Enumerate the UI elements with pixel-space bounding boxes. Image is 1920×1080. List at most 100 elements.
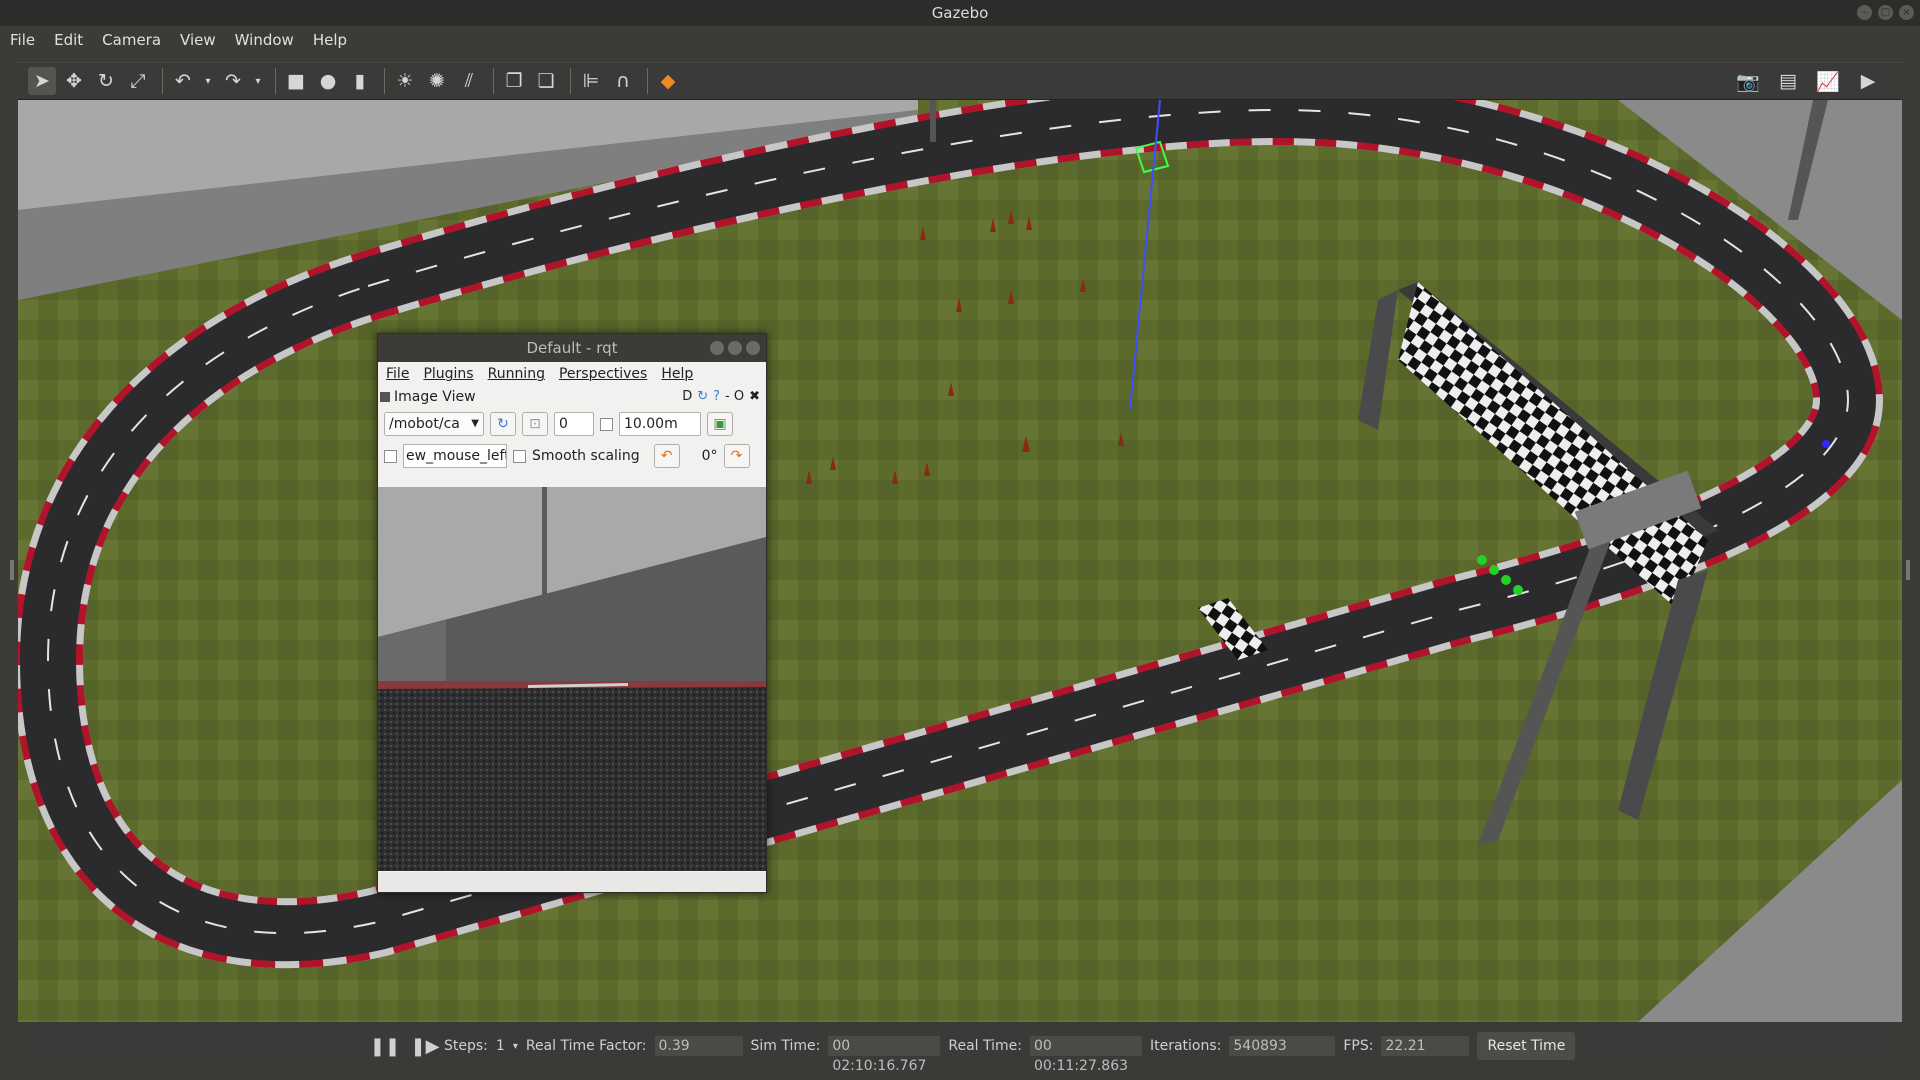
plugin-title: Image View: [394, 389, 476, 405]
fps-value: 22.21: [1381, 1036, 1470, 1056]
plugin-close-icon[interactable]: ✖: [749, 389, 760, 404]
save-image-icon[interactable]: ▣: [707, 412, 733, 436]
rqt-menu-perspectives[interactable]: Perspectives: [559, 366, 647, 382]
menu-bar: File Edit Camera View Window Help: [0, 26, 1920, 54]
status-bar: ❚❚ ❚▶ Steps: 1 ▾ Real Time Factor: 0.39 …: [18, 1022, 1902, 1074]
blue-marker: [1822, 440, 1830, 448]
sim-time-value: 00 02:10:16.767: [828, 1036, 941, 1074]
reload-icon[interactable]: ↻: [697, 389, 708, 404]
topic-value: /mobot/ca: [389, 416, 460, 432]
menu-edit[interactable]: Edit: [54, 31, 83, 49]
steps-spinner[interactable]: 1: [496, 1038, 505, 1054]
spot-light-icon[interactable]: ✺: [423, 67, 451, 95]
undo-icon[interactable]: ↶: [169, 67, 197, 95]
pause-icon[interactable]: ❚❚: [370, 1035, 400, 1057]
left-panel-handle[interactable]: [10, 560, 14, 580]
window-title: Gazebo: [931, 4, 989, 22]
log-icon[interactable]: ▤: [1774, 67, 1802, 95]
toolbar-divider: [162, 68, 163, 94]
copy-icon[interactable]: ❐: [500, 67, 528, 95]
toolbar-divider: [275, 68, 276, 94]
menu-file[interactable]: File: [10, 31, 35, 49]
rotation-value: 0°: [701, 448, 718, 464]
gazebo-app: Gazebo – □ × File Edit Camera View Windo…: [0, 0, 1920, 1080]
rqt-title-bar[interactable]: Default - rqt: [378, 334, 766, 362]
mouse-topic-field[interactable]: ew_mouse_left: [403, 444, 507, 468]
redo-icon[interactable]: ↷: [219, 67, 247, 95]
rtf-label: Real Time Factor:: [525, 1038, 647, 1054]
zoom-button[interactable]: ⊡: [522, 412, 548, 436]
screenshot-icon[interactable]: 📷: [1734, 67, 1762, 95]
step-icon[interactable]: ❚▶: [411, 1035, 440, 1057]
topic-select[interactable]: /mobot/ca ▼: [384, 412, 484, 436]
rqt-maximize-icon[interactable]: [728, 341, 742, 355]
toolbar-divider: [493, 68, 494, 94]
rotate-left-icon[interactable]: ↶: [653, 444, 680, 468]
align-icon[interactable]: ⊫: [577, 67, 605, 95]
rotate-icon[interactable]: ↻: [92, 67, 120, 95]
help-icon[interactable]: ?: [713, 389, 720, 404]
menu-camera[interactable]: Camera: [102, 31, 161, 49]
rotate-right-icon[interactable]: ↷: [723, 444, 750, 468]
scale-icon[interactable]: ⤢: [124, 67, 152, 95]
rqt-close-icon[interactable]: [746, 341, 760, 355]
menu-window[interactable]: Window: [235, 31, 294, 49]
publish-click-checkbox[interactable]: [384, 449, 397, 463]
plugin-icon: [380, 392, 390, 402]
cylinder-icon[interactable]: ▮: [346, 67, 374, 95]
toolbar-divider: [384, 68, 385, 94]
sim-time-label: Sim Time:: [750, 1038, 821, 1054]
rqt-title: Default - rqt: [526, 339, 618, 357]
dynamic-range-checkbox[interactable]: [600, 417, 613, 431]
close-icon[interactable]: ×: [1899, 5, 1914, 20]
title-bar: Gazebo – □ ×: [0, 0, 1920, 26]
toolbar: ➤ ✥ ↻ ⤢ ↶ ▾ ↷ ▾ ■ ● ▮ ☀ ✺ ⫽ ❐ ❏ ⊫ ∩ ◆ 📷 …: [18, 62, 1902, 100]
rqt-minimize-icon[interactable]: [710, 341, 724, 355]
race-track-scene: [18, 100, 1902, 1022]
translate-icon[interactable]: ✥: [60, 67, 88, 95]
minimize-icon[interactable]: –: [1857, 5, 1872, 20]
plot-icon[interactable]: 📈: [1814, 67, 1842, 95]
point-light-icon[interactable]: ☀: [391, 67, 419, 95]
rqt-menu-running[interactable]: Running: [488, 366, 545, 382]
menu-view[interactable]: View: [180, 31, 216, 49]
rqt-menu-plugins[interactable]: Plugins: [423, 366, 473, 382]
chevron-down-icon: ▼: [471, 418, 479, 429]
reset-time-button[interactable]: Reset Time: [1477, 1032, 1576, 1060]
max-range-spinner[interactable]: 10.00m: [619, 412, 701, 436]
camera-image[interactable]: [378, 487, 766, 871]
directional-light-icon[interactable]: ⫽: [455, 67, 483, 95]
real-time-label: Real Time:: [948, 1038, 1022, 1054]
plugin-dock-button[interactable]: D: [682, 389, 692, 404]
smooth-scaling-label: Smooth scaling: [532, 448, 640, 464]
refresh-topics-button[interactable]: ↻: [490, 412, 516, 436]
box-icon[interactable]: ■: [282, 67, 310, 95]
rqt-window: Default - rqt File Plugins Running Persp…: [377, 333, 767, 893]
view-angle-icon[interactable]: ◆: [654, 67, 682, 95]
snap-icon[interactable]: ∩: [609, 67, 637, 95]
right-panel-handle[interactable]: [1906, 560, 1910, 580]
image-view-header: Image View D ↻ ? - O ✖: [378, 386, 766, 408]
menu-help[interactable]: Help: [313, 31, 347, 49]
sphere-icon[interactable]: ●: [314, 67, 342, 95]
smooth-scaling-checkbox[interactable]: [513, 449, 526, 463]
chevron-down-icon[interactable]: ▾: [513, 1041, 518, 1052]
steps-label: Steps:: [444, 1038, 488, 1054]
paste-icon[interactable]: ❏: [532, 67, 560, 95]
rqt-menu-help[interactable]: Help: [661, 366, 693, 382]
plugin-window-ctrls[interactable]: - O: [725, 389, 744, 404]
record-icon[interactable]: ▶: [1854, 67, 1882, 95]
fps-label: FPS:: [1343, 1038, 1374, 1054]
maximize-icon[interactable]: □: [1878, 5, 1893, 20]
rqt-status-strip: [378, 872, 766, 892]
topic-row: /mobot/ca ▼ ↻ ⊡ 0 10.00m ▣: [378, 408, 766, 440]
toolbar-divider: [647, 68, 648, 94]
rqt-menu-file[interactable]: File: [386, 366, 409, 382]
toolbar-divider: [570, 68, 571, 94]
redo-history-icon[interactable]: ▾: [251, 67, 265, 95]
undo-history-icon[interactable]: ▾: [201, 67, 215, 95]
select-icon[interactable]: ➤: [28, 67, 56, 95]
3d-viewport[interactable]: [18, 100, 1902, 1022]
threshold-spinner[interactable]: 0: [554, 412, 594, 436]
options-row: ew_mouse_left Smooth scaling ↶ 0° ↷: [378, 440, 766, 472]
